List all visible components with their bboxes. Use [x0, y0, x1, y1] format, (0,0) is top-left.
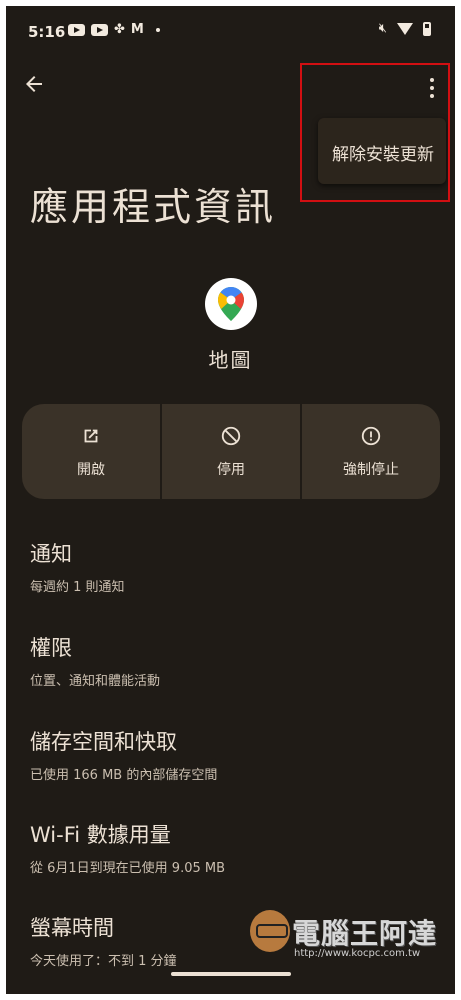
- disable-icon: [221, 426, 241, 445]
- settings-item-title: 通知: [30, 542, 72, 566]
- system-icons: 🔇︎: [379, 22, 431, 36]
- app-name: 地圖: [208, 348, 253, 372]
- back-arrow-icon[interactable]: [22, 72, 50, 100]
- settings-item-subtitle: 已使用 166 MB 的內部儲存空間: [30, 768, 218, 783]
- youtube-icon: [91, 24, 108, 36]
- pinwheel-icon: ✤: [114, 22, 125, 37]
- app-actions: 開啟 停用 強制停止: [22, 404, 440, 499]
- status-time: 5:16: [28, 23, 66, 41]
- watermark: 電腦王阿達 http://www.kocpc.com.tw: [250, 910, 450, 964]
- notification-icons: ✤ M: [68, 22, 160, 37]
- settings-item-subtitle: 每週約 1 則通知: [30, 580, 125, 595]
- wifi-icon: [397, 23, 413, 35]
- open-button-label: 開啟: [77, 461, 105, 478]
- watermark-text: 電腦王阿達: [292, 917, 438, 950]
- watermark-mascot-icon: [250, 910, 290, 952]
- google-maps-icon: [205, 278, 257, 330]
- open-button[interactable]: 開啟: [22, 404, 160, 499]
- overflow-menu: 解除安裝更新: [318, 118, 446, 184]
- settings-item-title: Wi-Fi 數據用量: [30, 823, 171, 847]
- settings-item-data-usage[interactable]: Wi-Fi 數據用量 從 6月1日到現在已使用 9.05 MB: [30, 819, 430, 876]
- youtube-icon: [68, 24, 85, 36]
- menu-item-uninstall-updates[interactable]: 解除安裝更新: [332, 140, 434, 165]
- settings-item-notifications[interactable]: 通知 每週約 1 則通知: [30, 538, 430, 595]
- alert-circle-icon: [361, 426, 381, 445]
- notification-dot: [155, 28, 160, 32]
- force-stop-button[interactable]: 強制停止: [302, 404, 440, 499]
- settings-item-title: 權限: [30, 636, 72, 660]
- page-title: 應用程式資訊: [30, 185, 277, 229]
- battery-icon: [423, 22, 431, 36]
- mute-icon: 🔇︎: [378, 21, 387, 36]
- phone-screen: 5:16 ✤ M 🔇︎ 解除安裝更新 應用程式資訊 地圖 開啟 停用 強制停止 …: [6, 6, 455, 994]
- gesture-navigation-bar[interactable]: [171, 972, 291, 976]
- gmail-icon: M: [130, 22, 144, 37]
- settings-item-title: 儲存空間和快取: [30, 730, 177, 754]
- open-external-icon: [84, 429, 98, 442]
- settings-item-subtitle: 從 6月1日到現在已使用 9.05 MB: [30, 861, 226, 876]
- watermark-url: http://www.kocpc.com.tw: [294, 948, 421, 959]
- settings-item-subtitle: 位置、通知和體能活動: [30, 674, 161, 689]
- settings-item-storage[interactable]: 儲存空間和快取 已使用 166 MB 的內部儲存空間: [30, 726, 430, 783]
- status-bar: 5:16 ✤ M 🔇︎: [6, 6, 455, 58]
- settings-item-permissions[interactable]: 權限 位置、通知和體能活動: [30, 632, 430, 689]
- force-stop-button-label: 強制停止: [343, 461, 399, 478]
- disable-button-label: 停用: [217, 461, 245, 478]
- disable-button[interactable]: 停用: [162, 404, 300, 499]
- more-options-icon[interactable]: [429, 78, 435, 98]
